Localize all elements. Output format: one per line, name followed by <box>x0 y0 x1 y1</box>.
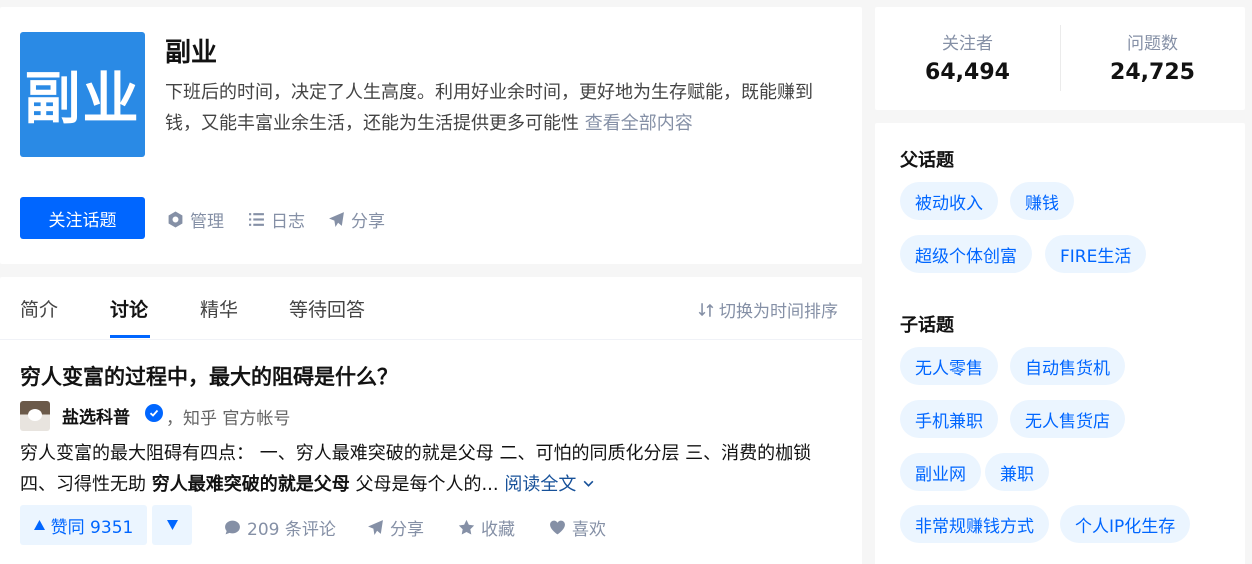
read-more-link[interactable]: 阅读全文 <box>504 474 595 495</box>
paper-plane-icon <box>368 520 383 535</box>
followers-stat[interactable]: 关注者 64,494 <box>875 29 1060 85</box>
favorite-button[interactable]: 收藏 <box>458 515 515 540</box>
topic-header-card: 副业 副业 下班后的时间，决定了人生高度。利用好业余时间，更好地为生存赋能，既能… <box>0 7 862 264</box>
followers-label: 关注者 <box>942 34 993 54</box>
tab-featured[interactable]: 精华 <box>200 295 238 322</box>
topic-stats-card: 关注者 64,494 问题数 24,725 <box>875 7 1245 110</box>
related-topics-card: 父话题 被动收入 赚钱 超级个体创富 FIRE生活 子话题 无人零售 自动售货机… <box>875 123 1245 564</box>
tab-discussion[interactable]: 讨论 <box>110 295 148 322</box>
questions-stat[interactable]: 问题数 24,725 <box>1060 29 1245 85</box>
tab-intro[interactable]: 简介 <box>20 295 58 322</box>
excerpt-highlight: 穷人最难突破的就是父母 <box>151 474 350 495</box>
topic-logo: 副业 <box>20 32 145 157</box>
share-topic-label: 分享 <box>351 212 385 232</box>
child-topic-tag[interactable]: 非常规赚钱方式 <box>900 505 1049 543</box>
triangle-down-icon <box>166 520 178 530</box>
avatar[interactable] <box>20 401 50 431</box>
questions-label: 问题数 <box>1127 34 1178 54</box>
view-all-link[interactable]: 查看全部内容 <box>585 113 693 134</box>
parent-topic-tag[interactable]: 赚钱 <box>1010 182 1074 220</box>
gear-icon <box>168 211 183 228</box>
star-icon <box>458 519 475 535</box>
share-answer-button[interactable]: 分享 <box>367 515 424 540</box>
child-topic-tag[interactable]: 副业网 <box>900 453 981 491</box>
favorite-label: 收藏 <box>481 520 515 540</box>
share-answer-label: 分享 <box>390 520 424 540</box>
chevron-down-icon <box>583 480 594 487</box>
child-topic-tag[interactable]: 无人售货店 <box>1010 400 1125 438</box>
triangle-up-icon <box>33 520 45 530</box>
tabs-divider <box>0 339 862 340</box>
parent-topics-title: 父话题 <box>900 150 954 171</box>
verified-badge-icon <box>145 404 163 422</box>
upvote-label: 赞同 9351 <box>50 517 134 538</box>
log-button[interactable]: 日志 <box>248 207 305 232</box>
paper-plane-icon <box>329 212 344 227</box>
author-meta: ，知乎 官方帐号 <box>166 409 291 429</box>
followers-count: 64,494 <box>925 60 1010 85</box>
list-icon <box>249 213 264 226</box>
manage-label: 管理 <box>190 212 224 232</box>
heart-icon <box>550 520 565 535</box>
like-button[interactable]: 喜欢 <box>549 515 606 540</box>
child-topic-tag[interactable]: 无人零售 <box>900 347 998 385</box>
parent-topic-tag[interactable]: 超级个体创富 <box>900 235 1032 273</box>
sort-toggle-button[interactable]: 切换为时间排序 <box>697 297 838 322</box>
like-label: 喜欢 <box>572 520 606 540</box>
read-more-label: 阅读全文 <box>504 474 577 495</box>
topic-title: 副业 <box>165 38 218 68</box>
sort-toggle-label: 切换为时间排序 <box>719 302 838 322</box>
upvote-button[interactable]: 赞同 9351 <box>20 505 147 545</box>
child-topic-tag[interactable]: 兼职 <box>985 453 1049 491</box>
comments-button[interactable]: 209 条评论 <box>224 515 336 540</box>
child-topic-tag[interactable]: 手机兼职 <box>900 400 998 438</box>
log-label: 日志 <box>271 212 305 232</box>
follow-topic-button[interactable]: 关注话题 <box>20 197 145 239</box>
child-topics-title: 子话题 <box>900 315 954 336</box>
questions-count: 24,725 <box>1110 60 1195 85</box>
parent-topic-tag[interactable]: FIRE生活 <box>1045 235 1147 273</box>
manage-button[interactable]: 管理 <box>167 207 224 232</box>
answer-excerpt[interactable]: 穷人变富的最大阻碍有四点： 一、穷人最难突破的就是父母 二、可怕的同质化分层 三… <box>20 438 835 500</box>
active-tab-indicator <box>110 335 150 338</box>
parent-topic-tag[interactable]: 被动收入 <box>900 182 998 220</box>
comment-bubble-icon <box>225 520 240 535</box>
child-topic-tag[interactable]: 自动售货机 <box>1010 347 1125 385</box>
child-topic-tag[interactable]: 个人IP化生存 <box>1060 505 1191 543</box>
sort-icon <box>698 302 714 317</box>
downvote-button[interactable] <box>152 505 192 545</box>
excerpt-tail: 父母是每个人的... <box>349 474 499 495</box>
comments-label: 209 条评论 <box>247 520 336 540</box>
tab-waiting-answers[interactable]: 等待回答 <box>289 295 365 322</box>
topic-feed-card: 简介 讨论 精华 等待回答 切换为时间排序 穷人变富的过程中，最大的阻碍是什么？… <box>0 277 862 564</box>
author-name[interactable]: 盐选科普 <box>62 403 130 428</box>
topic-description: 下班后的时间，决定了人生高度。利用好业余时间，更好地为生存赋能，既能赚到钱，又能… <box>165 77 835 139</box>
question-title[interactable]: 穷人变富的过程中，最大的阻碍是什么？ <box>20 361 398 391</box>
topic-description-text: 下班后的时间，决定了人生高度。利用好业余时间，更好地为生存赋能，既能赚到钱，又能… <box>165 82 813 134</box>
share-topic-button[interactable]: 分享 <box>328 207 385 232</box>
